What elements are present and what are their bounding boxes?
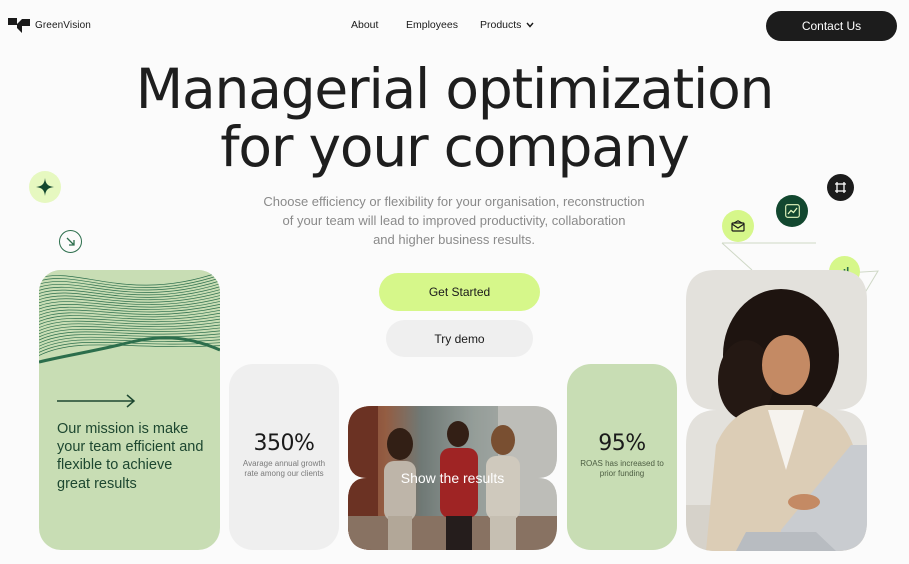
brand-logo[interactable]: GreenVision (8, 17, 91, 33)
woman-laptop-photo (686, 270, 867, 551)
stat-label: Avarage annual growth rate among our cli… (242, 459, 326, 478)
trend-up-icon (776, 195, 808, 227)
hero-title-line1: Managerial optimization (135, 57, 775, 121)
logo-icon (8, 18, 30, 33)
hero-subtitle-line1: Choose efficiency or flexibility for you… (263, 194, 645, 209)
hero-subtitle-line3: and higher business results. (373, 232, 535, 247)
stat-value: 95% (598, 431, 646, 456)
wave-pattern (39, 270, 220, 364)
crop-icon (827, 174, 854, 201)
show-results-label: Show the results (400, 470, 505, 486)
hero-subtitle: Choose efficiency or flexibility for you… (244, 192, 664, 249)
hero-title-line2: for your company (220, 115, 690, 179)
chevron-down-icon (526, 22, 534, 28)
nav-about[interactable]: About (351, 19, 378, 31)
stat-value: 350% (253, 431, 315, 456)
mail-icon (722, 210, 754, 242)
nav-employees[interactable]: Employees (406, 19, 458, 31)
mission-card: Our mission is make your team efficient … (39, 270, 220, 550)
stat-label: ROAS has increased to prior funding (580, 459, 664, 478)
arrow-down-right-icon (59, 230, 82, 253)
stat-card-roas: 95% ROAS has increased to prior funding (567, 364, 677, 550)
try-demo-button[interactable]: Try demo (386, 320, 533, 357)
sparkle-icon (29, 171, 61, 203)
nav-products[interactable]: Products (480, 19, 534, 31)
hero-title: Managerial optimization for your company (0, 60, 909, 176)
get-started-button[interactable]: Get Started (379, 273, 540, 311)
results-card[interactable]: Show the results (348, 406, 557, 550)
brand-name: GreenVision (35, 19, 91, 31)
arrow-right-icon (57, 394, 136, 408)
hero-subtitle-line2: of your team will lead to improved produ… (282, 213, 626, 228)
mission-statement: Our mission is make your team efficient … (57, 421, 204, 492)
nav-products-label: Products (480, 19, 522, 31)
contact-us-button[interactable]: Contact Us (766, 11, 897, 41)
stat-card-growth: 350% Avarage annual growth rate among ou… (229, 364, 339, 550)
